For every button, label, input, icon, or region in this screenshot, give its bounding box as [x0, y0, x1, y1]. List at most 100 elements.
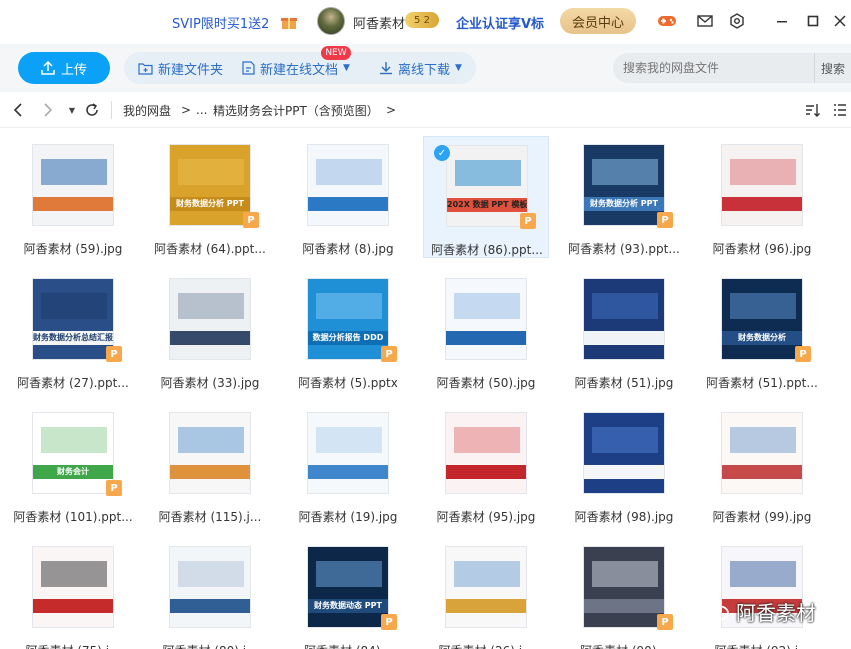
thumbnail-band — [455, 160, 521, 186]
file-thumbnail — [445, 412, 527, 494]
ppt-icon: P — [106, 346, 122, 362]
forward-icon[interactable] — [40, 100, 56, 120]
history-dropdown-icon[interactable]: ▼ — [64, 100, 80, 120]
new-badge: NEW — [321, 46, 351, 60]
file-tile[interactable]: 财务数据分析总结汇报 PPT P 阿香素材 (27).ppt... — [10, 270, 136, 392]
selected-check-icon[interactable]: ✓ — [434, 145, 450, 161]
username[interactable]: 阿香素材 — [353, 0, 405, 44]
thumbnail-band — [316, 561, 382, 587]
chevron-down-icon: ▼ — [343, 63, 350, 73]
file-thumbnail — [445, 278, 527, 360]
thumbnail-band — [308, 465, 388, 479]
list-view-icon[interactable] — [831, 100, 849, 120]
file-tile[interactable]: 阿香素材 (8).jpg — [285, 136, 411, 258]
thumbnail-band — [170, 331, 250, 345]
file-name: 阿香素材 (90)... — [561, 642, 687, 649]
thumbnail-band — [170, 599, 250, 613]
sort-icon[interactable] — [804, 100, 822, 120]
file-grid: 阿香素材 (59).jpg 财务数据分析 PPT P 阿香素材 (64).ppt...… — [0, 128, 851, 649]
upload-button[interactable]: 上传 — [18, 52, 110, 84]
file-name: 阿香素材 (59).jpg — [23, 242, 123, 256]
file-name: 阿香素材 (92).j... — [699, 642, 825, 649]
minimize-icon[interactable] — [772, 11, 792, 31]
enterprise-verify-link[interactable]: 企业认证享V标 — [456, 0, 544, 44]
file-thumbnail — [32, 546, 114, 628]
file-tile[interactable]: 阿香素材 (59).jpg — [10, 136, 136, 258]
offline-download-label: 离线下载 — [398, 62, 451, 78]
gift-icon[interactable] — [281, 0, 299, 44]
file-tile[interactable]: 202X 数据 PPT 模板 P ✓ 阿香素材 (86).ppt... — [423, 136, 549, 258]
file-tile[interactable]: 阿香素材 (95).jpg — [423, 404, 549, 526]
file-tile[interactable]: 阿香素材 (115).j... — [147, 404, 273, 526]
file-name: 阿香素材 (99).jpg — [712, 510, 812, 524]
new-folder-label: 新建文件夹 — [158, 62, 224, 78]
mail-icon[interactable] — [695, 11, 715, 31]
file-tile[interactable]: 阿香素材 (75).j... — [10, 538, 136, 649]
thumbnail-band — [592, 293, 658, 319]
file-name: 阿香素材 (26).j... — [423, 642, 549, 649]
search-input[interactable] — [613, 53, 803, 83]
thumbnail-title: 财务数据分析总结汇报 PPT — [33, 333, 113, 342]
member-center-button[interactable]: 会员中心 — [560, 8, 636, 34]
gamepad-icon[interactable] — [657, 11, 677, 31]
thumbnail-band — [308, 197, 388, 211]
svip-promo-link[interactable]: SVIP限时买1送2 — [172, 0, 269, 44]
settings-icon[interactable] — [727, 11, 747, 31]
file-thumbnail: 财务数据分析 — [721, 278, 803, 360]
file-name: 阿香素材 (19).jpg — [298, 510, 398, 524]
breadcrumb-separator: > — [181, 103, 192, 117]
thumbnail-band — [592, 159, 658, 185]
thumbnail-band — [446, 331, 526, 345]
back-icon[interactable] — [10, 100, 26, 120]
file-tile[interactable]: 阿香素材 (80).j... — [147, 538, 273, 649]
breadcrumb-ellipsis[interactable]: ... — [196, 92, 207, 128]
file-tile[interactable]: 阿香素材 (50).jpg — [423, 270, 549, 392]
file-tile[interactable]: P 阿香素材 (90)... — [561, 538, 687, 649]
file-thumbnail: 财务会计 — [32, 412, 114, 494]
avatar[interactable] — [317, 7, 345, 35]
file-tile[interactable]: 阿香素材 (51).jpg — [561, 270, 687, 392]
file-tile[interactable]: 数据分析报告 DDD P 阿香素材 (5).pptx — [285, 270, 411, 392]
file-tile[interactable]: 财务数据动态 PPT P 阿香素材 (84)... — [285, 538, 411, 649]
file-thumbnail: 财务数据分析 PPT — [583, 144, 665, 226]
file-thumbnail — [32, 144, 114, 226]
file-tile[interactable]: 财务数据分析 P 阿香素材 (51).ppt... — [699, 270, 825, 392]
file-tile[interactable]: 财务数据分析 PPT P 阿香素材 (64).ppt... — [147, 136, 273, 258]
thumbnail-band — [454, 561, 520, 587]
thumbnail-title: 202X 数据 PPT 模板 — [447, 200, 528, 209]
ppt-icon: P — [657, 614, 673, 630]
search-button[interactable]: 搜索 — [814, 53, 851, 83]
ppt-icon: P — [795, 346, 811, 362]
file-tile[interactable]: 财务数据分析 PPT P 阿香素材 (93).ppt... — [561, 136, 687, 258]
thumbnail-band — [730, 293, 796, 319]
thumbnail-title: 财务数据分析 PPT — [590, 199, 658, 208]
new-folder-button[interactable]: 新建文件夹 — [138, 52, 223, 84]
refresh-icon[interactable] — [84, 100, 100, 120]
thumbnail-band — [33, 599, 113, 613]
breadcrumb-root[interactable]: 我的网盘 — [123, 92, 171, 128]
folder-add-icon — [138, 62, 153, 75]
file-name: 阿香素材 (96).jpg — [712, 242, 812, 256]
file-tile[interactable]: 阿香素材 (99).jpg — [699, 404, 825, 526]
file-name: 阿香素材 (93).ppt... — [568, 242, 680, 256]
file-thumbnail — [169, 546, 251, 628]
file-thumbnail — [307, 412, 389, 494]
maximize-icon[interactable] — [803, 11, 823, 31]
offline-download-button[interactable]: 离线下载 ▼ — [379, 52, 462, 84]
file-tile[interactable]: 阿香素材 (96).jpg — [699, 136, 825, 258]
thumbnail-band — [178, 293, 244, 319]
thumbnail-band — [722, 465, 802, 479]
file-name: 阿香素材 (86).ppt... — [431, 243, 543, 257]
file-tile[interactable]: 财务会计 P 阿香素材 (101).ppt... — [10, 404, 136, 526]
file-tile[interactable]: 阿香素材 (98).jpg — [561, 404, 687, 526]
close-icon[interactable] — [830, 11, 850, 31]
thumbnail-title: 财务数据动态 PPT — [314, 601, 382, 610]
thumbnail-band — [454, 293, 520, 319]
file-tile[interactable]: 阿香素材 (92).j... — [699, 538, 825, 649]
file-tile[interactable]: 阿香素材 (26).j... — [423, 538, 549, 649]
thumbnail-band — [178, 427, 244, 453]
thumbnail-band — [170, 465, 250, 479]
file-name: 阿香素材 (27).ppt... — [17, 376, 129, 390]
file-tile[interactable]: 阿香素材 (19).jpg — [285, 404, 411, 526]
file-tile[interactable]: 阿香素材 (33).jpg — [147, 270, 273, 392]
